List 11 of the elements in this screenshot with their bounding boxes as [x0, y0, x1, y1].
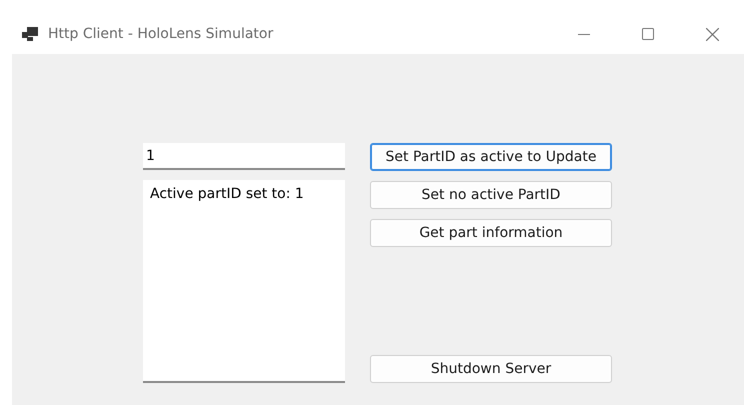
log-box[interactable]: Active partID set to: 1 [143, 180, 345, 383]
action-button[interactable]: Set no active PartID [370, 181, 612, 209]
app-icon [22, 27, 38, 41]
maximize-icon[interactable] [642, 28, 654, 40]
part-id-field[interactable]: 1 [143, 143, 345, 170]
action-button[interactable]: Get part information [370, 219, 612, 247]
action-button[interactable]: Set PartID as active to Update [370, 143, 612, 171]
log-text: Active partID set to: 1 [150, 186, 304, 202]
window-title: Http Client - HoloLens Simulator [48, 26, 274, 42]
close-icon[interactable] [706, 28, 718, 40]
action-button[interactable]: Shutdown Server [370, 355, 612, 383]
